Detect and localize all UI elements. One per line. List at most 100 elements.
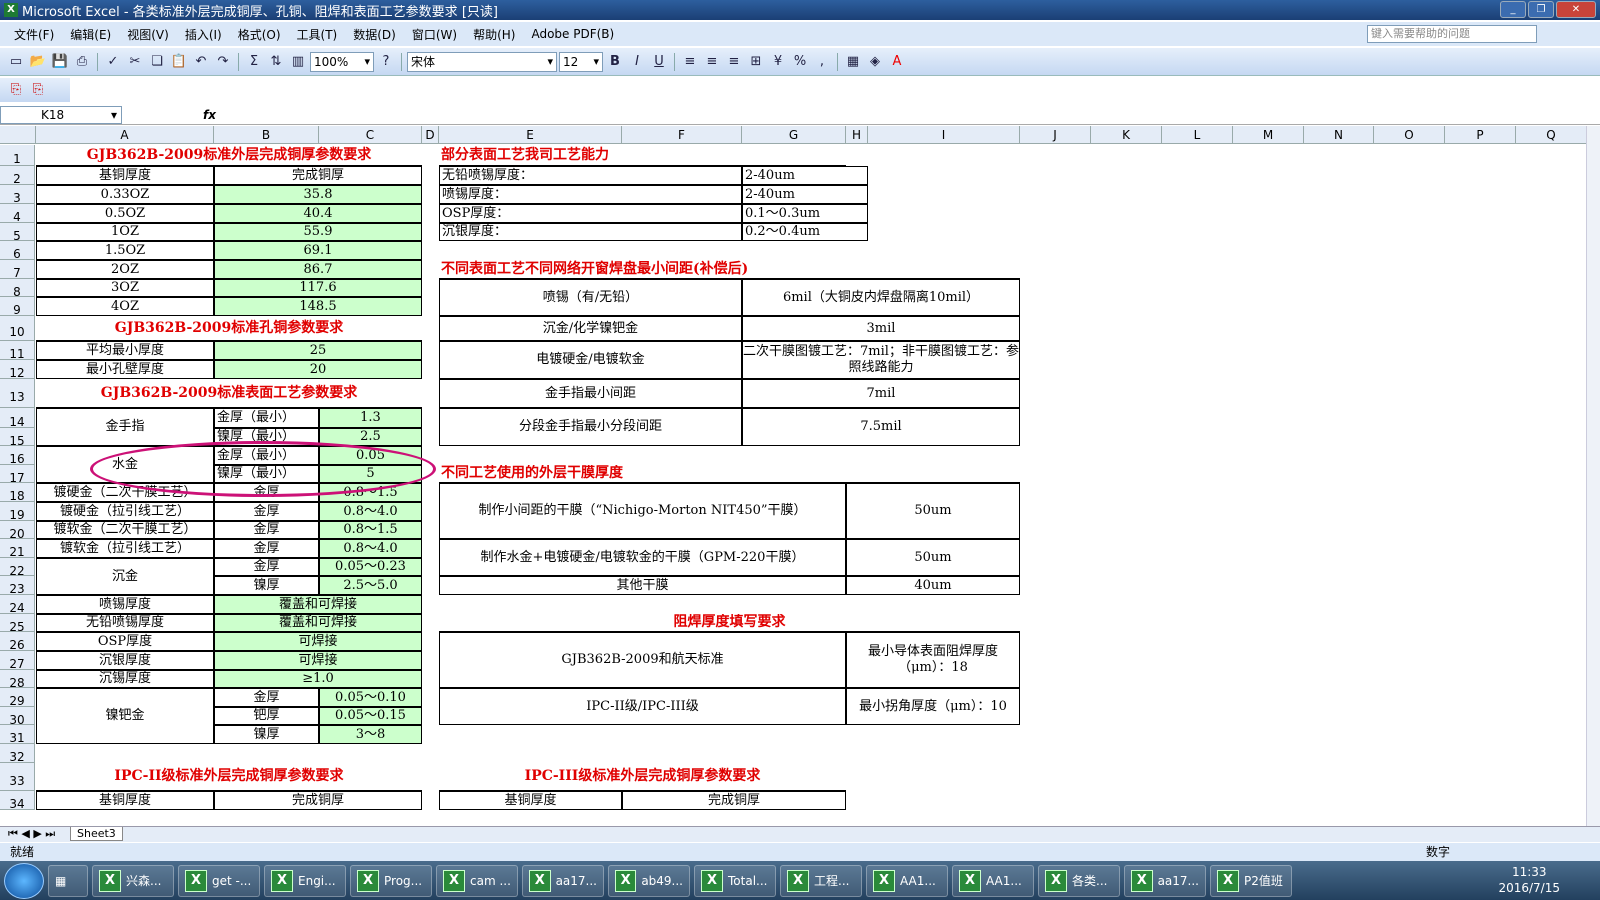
column-header[interactable]: F <box>622 126 742 144</box>
row-header[interactable]: 24 <box>0 595 35 615</box>
row-header[interactable]: 21 <box>0 539 35 559</box>
cell[interactable]: 6mil（大铜皮内焊盘隔离10mil） <box>742 279 1020 316</box>
cell[interactable]: IPC-II级/IPC-III级 <box>439 688 846 725</box>
taskbar-item[interactable]: X AA1... <box>952 864 1034 897</box>
base-copper-cell[interactable]: 4OZ <box>36 297 214 316</box>
cell[interactable]: OSP厚度： <box>439 204 742 223</box>
row-header[interactable]: 5 <box>0 223 35 243</box>
column-header[interactable]: Q <box>1516 126 1586 144</box>
finished-copper-cell[interactable]: 148.5 <box>214 297 422 316</box>
align-center-icon[interactable]: ≡ <box>702 52 722 72</box>
section-title-cell[interactable]: 不同工艺使用的外层干膜厚度 <box>439 465 1020 483</box>
font-select[interactable]: 宋体 <box>407 51 557 72</box>
taskbar-item[interactable]: X 兴森... <box>92 864 174 897</box>
cell[interactable]: 20 <box>214 360 422 379</box>
taskbar-item[interactable]: X AA1... <box>866 864 948 897</box>
column-header[interactable]: O <box>1374 126 1445 144</box>
restore-button[interactable]: ❐ <box>1528 1 1554 18</box>
menu-adobe-pdf[interactable]: Adobe PDF(B) <box>523 27 622 41</box>
cell[interactable]: 0.05～0.23 <box>319 558 422 576</box>
cell[interactable]: 0.1～0.3um <box>742 204 868 223</box>
help-icon[interactable]: ? <box>376 52 396 72</box>
cell[interactable]: 金厚 <box>214 502 319 521</box>
cell[interactable]: 可焊接 <box>214 632 422 651</box>
section-title-cell[interactable]: 不同表面工艺不同网络开窗焊盘最小间距(补偿后) <box>439 260 1020 279</box>
row-header[interactable]: 20 <box>0 521 35 541</box>
calculator-icon[interactable]: ▦ <box>48 864 88 897</box>
italic-icon[interactable]: I <box>627 52 647 72</box>
font-size-select[interactable]: 12 <box>559 51 603 72</box>
row-header[interactable]: 7 <box>0 260 35 280</box>
section-title-cell[interactable]: 阻焊厚度填写要求 <box>439 614 1020 632</box>
column-header[interactable]: C <box>319 126 422 144</box>
base-copper-cell[interactable]: 3OZ <box>36 279 214 297</box>
base-copper-cell[interactable]: 1.5OZ <box>36 241 214 260</box>
cell[interactable]: 沉金/化学镍钯金 <box>439 316 742 341</box>
menu-data[interactable]: 数据(D) <box>345 26 404 43</box>
font-color-icon[interactable]: A <box>887 52 907 72</box>
cell[interactable]: 镍钯金 <box>36 688 214 744</box>
section-title-cell[interactable]: GJB362B-2009标准孔铜参数要求 <box>36 316 422 341</box>
cell[interactable]: 无铅喷锡厚度： <box>439 166 742 185</box>
row-header[interactable]: 29 <box>0 688 35 708</box>
taskbar-item[interactable]: X 工程... <box>780 864 862 897</box>
column-header[interactable]: K <box>1091 126 1162 144</box>
save-icon[interactable]: 💾 <box>50 52 70 72</box>
column-header[interactable]: A <box>36 126 214 144</box>
cell[interactable]: GJB362B-2009和航天标准 <box>439 632 846 688</box>
row-header[interactable]: 9 <box>0 297 35 317</box>
base-copper-cell[interactable]: 1OZ <box>36 223 214 241</box>
row-header[interactable]: 10 <box>0 316 35 341</box>
redo-icon[interactable]: ↷ <box>213 52 233 72</box>
vertical-scrollbar[interactable] <box>1586 126 1600 826</box>
cell[interactable]: 7.5mil <box>742 408 1020 446</box>
cell[interactable]: 1.3 <box>319 408 422 428</box>
finished-copper-cell[interactable]: 40.4 <box>214 204 422 223</box>
cell[interactable]: 镍厚 <box>214 725 319 744</box>
cell[interactable]: 金厚 <box>214 688 319 707</box>
taskbar-item[interactable]: X Prog... <box>350 864 432 897</box>
print-icon[interactable]: ⎙ <box>72 52 92 72</box>
row-header[interactable]: 1 <box>0 145 35 166</box>
row-header[interactable]: 18 <box>0 483 35 503</box>
cell[interactable]: 40um <box>846 576 1020 595</box>
percent-icon[interactable]: % <box>790 52 810 72</box>
cell[interactable]: 0.8～4.0 <box>319 539 422 558</box>
cell[interactable]: 基铜厚度 <box>36 791 214 810</box>
row-header[interactable]: 34 <box>0 791 35 811</box>
cell[interactable]: 金厚（最小） <box>214 408 319 428</box>
cell[interactable]: 沉银厚度 <box>36 651 214 670</box>
cell[interactable]: 覆盖和可焊接 <box>214 614 422 632</box>
cell[interactable]: 3～8 <box>319 725 422 744</box>
column-header[interactable]: H <box>846 126 868 144</box>
row-header[interactable]: 31 <box>0 725 35 745</box>
section-title-cell[interactable]: 部分表面工艺我司工艺能力 <box>439 145 846 166</box>
align-right-icon[interactable]: ≡ <box>724 52 744 72</box>
row-header[interactable]: 32 <box>0 744 35 764</box>
header-cell[interactable]: 完成铜厚 <box>214 166 422 185</box>
column-header[interactable]: B <box>214 126 319 144</box>
select-all-corner[interactable] <box>0 126 36 144</box>
cell[interactable]: 沉金 <box>36 558 214 595</box>
sum-icon[interactable]: Σ <box>244 52 264 72</box>
column-header[interactable]: J <box>1020 126 1091 144</box>
cell[interactable]: 镀硬金（拉引线工艺） <box>36 502 214 521</box>
cell[interactable]: 2.5～5.0 <box>319 576 422 595</box>
row-header[interactable]: 19 <box>0 502 35 522</box>
cell[interactable]: 金手指 <box>36 408 214 446</box>
menu-help[interactable]: 帮助(H) <box>465 26 523 43</box>
menu-edit[interactable]: 编辑(E) <box>62 26 119 43</box>
finished-copper-cell[interactable]: 117.6 <box>214 279 422 297</box>
row-header[interactable]: 14 <box>0 408 35 429</box>
cell[interactable]: 喷锡厚度： <box>439 185 742 204</box>
finished-copper-cell[interactable]: 86.7 <box>214 260 422 279</box>
cell[interactable]: 50um <box>846 539 1020 576</box>
cell[interactable]: 制作水金+电镀硬金/电镀软金的干膜（GPM-220干膜） <box>439 539 846 576</box>
name-box[interactable]: K18 <box>0 105 122 124</box>
column-header[interactable]: D <box>422 126 439 144</box>
undo-icon[interactable]: ↶ <box>191 52 211 72</box>
taskbar-item[interactable]: Xab49... <box>608 864 690 897</box>
row-header[interactable]: 2 <box>0 166 35 186</box>
cell[interactable]: 二次干膜图镀工艺：7mil；非干膜图镀工艺：参照线路能力 <box>742 341 1020 379</box>
header-cell[interactable]: 基铜厚度 <box>36 166 214 185</box>
